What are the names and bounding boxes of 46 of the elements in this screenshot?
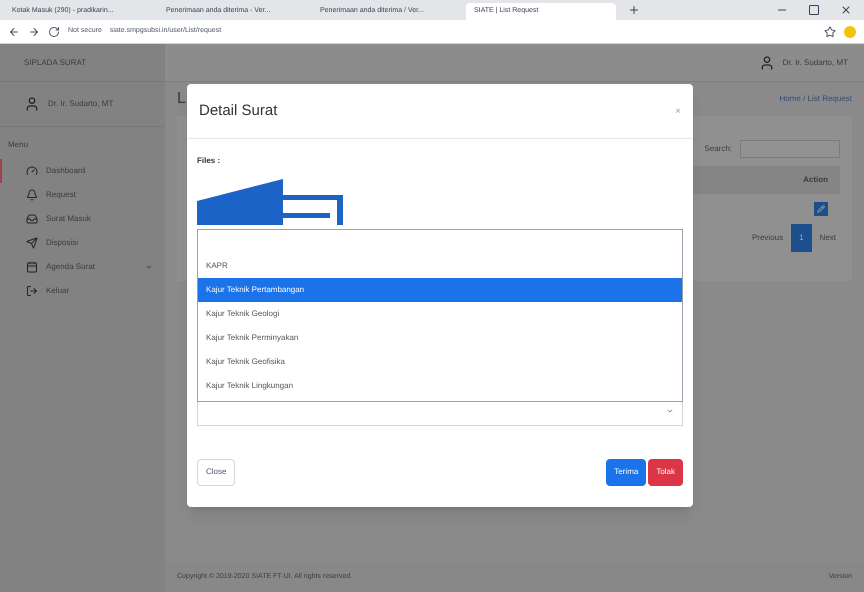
reject-button[interactable]: Tolak (648, 458, 683, 486)
dropdown-option[interactable]: Kajur Teknik Perminyakan (198, 326, 682, 350)
column-header[interactable]: Action (803, 174, 828, 186)
inbox-icon (26, 213, 38, 225)
edit-button[interactable] (814, 202, 828, 216)
search-label: Search: (704, 143, 732, 155)
forward-icon[interactable] (28, 26, 40, 38)
modal-title: Detail Surat (199, 100, 278, 121)
gauge-icon (26, 165, 38, 177)
caret-icon (666, 407, 674, 415)
logout-icon (26, 285, 38, 297)
dropdown-option[interactable]: Kajur Teknik Pertambangan (198, 278, 682, 302)
sidebar-item[interactable]: Request (0, 183, 165, 207)
accept-button[interactable]: Terima (606, 458, 646, 486)
close-button[interactable]: Close (197, 458, 236, 486)
search-field[interactable] (740, 140, 840, 158)
dropdown-option[interactable]: KAPR (198, 254, 682, 278)
new-tab-icon[interactable] (628, 4, 640, 16)
sidebar-item[interactable]: Disposisi (0, 231, 165, 255)
brand-name[interactable]: SIPLADA SURAT (24, 56, 86, 68)
sidebar-item[interactable]: Keluar (0, 279, 165, 303)
header-user-name[interactable]: Dr. Ir. Sudarto, MT (782, 56, 848, 68)
bookmark-icon[interactable] (824, 26, 836, 38)
sidebar-item[interactable]: Surat Masuk (0, 207, 165, 231)
close-icon[interactable] (840, 4, 852, 16)
reload-icon[interactable] (48, 26, 60, 38)
page-title: L (177, 89, 186, 109)
calendar-icon (26, 261, 38, 273)
bell-icon (26, 189, 38, 201)
dropdown-option[interactable]: Kajur Teknik Geofisika (198, 350, 682, 374)
edit-icon (817, 205, 825, 213)
breadcrumb[interactable]: Home / List Request (780, 93, 852, 105)
dropdown-option[interactable]: Kajur Teknik Geologi (198, 302, 682, 326)
user-name[interactable]: Dr. Ir. Sudarto, MT (48, 98, 114, 110)
pagination-button[interactable]: Previous (748, 232, 788, 244)
menu-label: Menu (7, 139, 30, 151)
pagination-button[interactable]: Next (816, 232, 840, 244)
close-button[interactable]: × (675, 104, 681, 118)
maximize-icon[interactable] (808, 4, 820, 16)
files-label: Files : (197, 155, 222, 167)
sidebar-item[interactable]: Dashboard (0, 159, 165, 183)
send-icon (26, 237, 38, 249)
dropdown-option[interactable]: Kajur Teknik Lingkungan (198, 374, 682, 398)
sidebar-item[interactable]: Agenda Surat (0, 255, 165, 279)
pagination-button[interactable]: 1 (791, 224, 812, 252)
back-icon[interactable] (8, 26, 20, 38)
